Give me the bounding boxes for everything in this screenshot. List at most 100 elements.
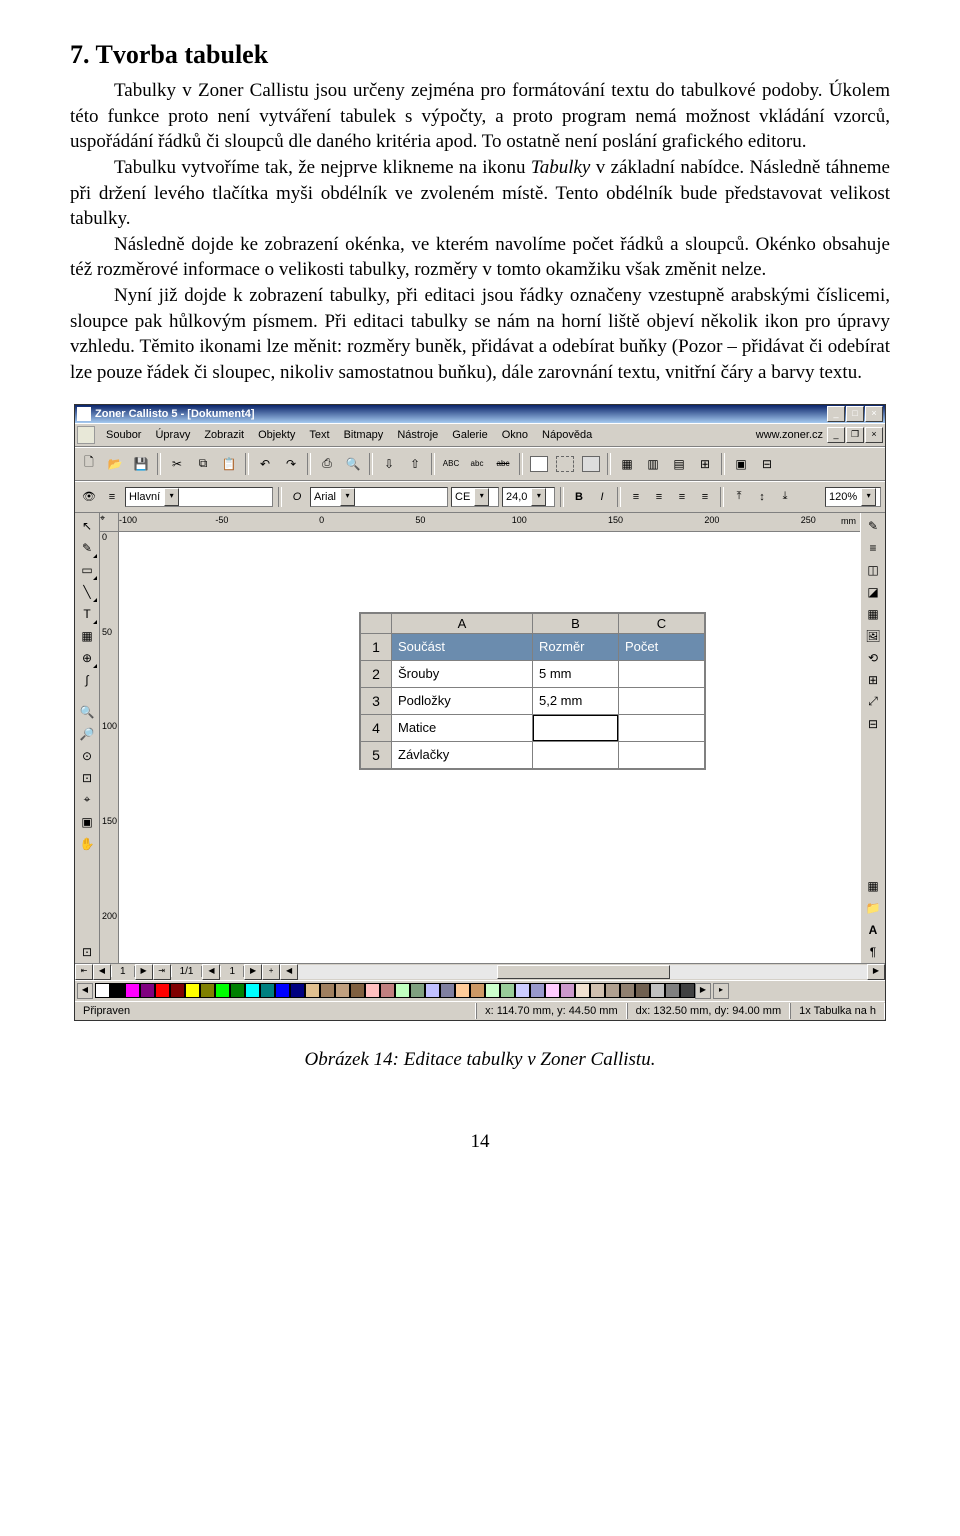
color-swatch[interactable] bbox=[155, 983, 170, 998]
table-cell[interactable]: Součást bbox=[392, 633, 533, 660]
scroll-left-icon[interactable]: ◀ bbox=[280, 964, 298, 980]
char-icon[interactable]: A bbox=[862, 919, 884, 941]
table-cell[interactable]: Matice bbox=[392, 714, 533, 741]
zoomin-icon[interactable]: 🔍 bbox=[76, 701, 98, 723]
last-page-icon[interactable]: ⇥ bbox=[153, 964, 171, 980]
color-swatch[interactable] bbox=[425, 983, 440, 998]
color-swatch[interactable] bbox=[365, 983, 380, 998]
fontsize-dropdown[interactable]: 24,0▾ bbox=[502, 487, 555, 507]
rectangle-icon[interactable]: ▭ bbox=[76, 559, 98, 581]
pointer-icon[interactable]: ↖ bbox=[76, 515, 98, 537]
canvas[interactable]: A B C 1 Součást Rozměr Počet bbox=[119, 532, 860, 963]
col-header-b[interactable]: B bbox=[533, 613, 619, 633]
add-page-icon[interactable]: + bbox=[262, 964, 280, 980]
menu-upravy[interactable]: Úpravy bbox=[148, 429, 197, 441]
ruler-origin-icon[interactable]: ⌖ bbox=[100, 513, 119, 531]
menu-soubor[interactable]: Soubor bbox=[99, 429, 148, 441]
color-swatch[interactable] bbox=[395, 983, 410, 998]
maximize-button[interactable]: □ bbox=[846, 406, 864, 422]
rect3-icon[interactable] bbox=[579, 452, 603, 476]
zoom1-icon[interactable]: ⊙ bbox=[76, 745, 98, 767]
align-objects-icon[interactable]: ⊞ bbox=[862, 669, 884, 691]
table-cell[interactable] bbox=[619, 660, 705, 687]
table-object[interactable]: A B C 1 Součást Rozměr Počet bbox=[359, 612, 706, 770]
color-swatch[interactable] bbox=[215, 983, 230, 998]
new-icon[interactable]: 🗋 bbox=[77, 452, 101, 476]
font-type-icon[interactable]: O bbox=[287, 487, 307, 507]
cut-icon[interactable]: ✂ bbox=[165, 452, 189, 476]
eye-icon[interactable]: 👁 bbox=[79, 487, 99, 507]
menu-text[interactable]: Text bbox=[302, 429, 336, 441]
zoomout-icon[interactable]: 🔎 bbox=[76, 723, 98, 745]
text-icon[interactable]: T bbox=[76, 603, 98, 625]
insert-icon[interactable]: ⊕ bbox=[76, 647, 98, 669]
redo-icon[interactable]: ↷ bbox=[279, 452, 303, 476]
color-swatch[interactable] bbox=[110, 983, 125, 998]
import-icon[interactable]: ⇩ bbox=[377, 452, 401, 476]
table-cell-editing[interactable] bbox=[533, 714, 619, 741]
hscroll-track[interactable] bbox=[298, 965, 867, 979]
tile-icon[interactable]: ⊟ bbox=[755, 452, 779, 476]
color-swatch[interactable] bbox=[125, 983, 140, 998]
page-field-b[interactable]: 1 bbox=[220, 966, 244, 977]
goto-next-icon[interactable]: ▶ bbox=[244, 964, 262, 980]
zoomfit-icon[interactable]: ⊡ bbox=[76, 767, 98, 789]
table-cell[interactable] bbox=[619, 714, 705, 741]
color-swatch[interactable] bbox=[230, 983, 245, 998]
hscroll-thumb[interactable] bbox=[497, 965, 670, 979]
transparency-icon[interactable]: ◫ bbox=[862, 559, 884, 581]
table-cell[interactable] bbox=[619, 741, 705, 768]
menu-objekty[interactable]: Objekty bbox=[251, 429, 302, 441]
menu-galerie[interactable]: Galerie bbox=[445, 429, 494, 441]
col-header-a[interactable]: A bbox=[392, 613, 533, 633]
color-swatch[interactable] bbox=[185, 983, 200, 998]
color-swatch[interactable] bbox=[650, 983, 665, 998]
abc2-icon[interactable]: abc bbox=[465, 452, 489, 476]
row-header-3[interactable]: 3 bbox=[361, 687, 392, 714]
line-style-icon[interactable]: ≡ bbox=[862, 537, 884, 559]
menu-zobrazit[interactable]: Zobrazit bbox=[197, 429, 251, 441]
minimize-button[interactable]: _ bbox=[827, 406, 845, 422]
mdi-close-button[interactable]: × bbox=[865, 427, 883, 443]
palette-prev-icon[interactable]: ◀ bbox=[77, 983, 93, 999]
transform-icon[interactable]: ⟲ bbox=[862, 647, 884, 669]
abc-icon[interactable]: ABC bbox=[439, 452, 463, 476]
table-cell[interactable]: Rozměr bbox=[533, 633, 619, 660]
color-swatch[interactable] bbox=[545, 983, 560, 998]
color-swatch[interactable] bbox=[530, 983, 545, 998]
col-header-c[interactable]: C bbox=[619, 613, 705, 633]
align3-icon[interactable]: ▤ bbox=[667, 452, 691, 476]
zoom-dropdown[interactable]: 120%▾ bbox=[825, 487, 881, 507]
zoomall-icon[interactable]: ▣ bbox=[76, 811, 98, 833]
table-icon[interactable]: ▦ bbox=[76, 625, 98, 647]
fill-pen-icon[interactable]: ✎ bbox=[862, 515, 884, 537]
color-swatch[interactable] bbox=[635, 983, 650, 998]
color-swatch[interactable] bbox=[335, 983, 350, 998]
align-justify-icon[interactable]: ≡ bbox=[695, 487, 715, 507]
valign-mid-icon[interactable]: ↕ bbox=[752, 487, 772, 507]
align1-icon[interactable]: ▦ bbox=[615, 452, 639, 476]
align-left-icon[interactable]: ≡ bbox=[626, 487, 646, 507]
open-icon[interactable]: 📂 bbox=[103, 452, 127, 476]
zoomsel-icon[interactable]: ⌖ bbox=[76, 789, 98, 811]
abc3-icon[interactable]: abc bbox=[491, 452, 515, 476]
menu-nastroje[interactable]: Nástroje bbox=[390, 429, 445, 441]
color-swatch[interactable] bbox=[170, 983, 185, 998]
distribute-icon[interactable]: ⊟ bbox=[862, 713, 884, 735]
rect2-icon[interactable] bbox=[553, 452, 577, 476]
rect1-icon[interactable] bbox=[527, 452, 551, 476]
color-swatch[interactable] bbox=[320, 983, 335, 998]
bold-button[interactable]: B bbox=[569, 487, 589, 507]
para-icon[interactable]: ¶ bbox=[862, 941, 884, 963]
align2-icon[interactable]: ▥ bbox=[641, 452, 665, 476]
color-swatch[interactable] bbox=[200, 983, 215, 998]
font-dropdown[interactable]: Arial▾ bbox=[310, 487, 448, 507]
page-field-a[interactable]: 1 bbox=[111, 966, 135, 977]
color-swatch[interactable] bbox=[455, 983, 470, 998]
color-swatch[interactable] bbox=[485, 983, 500, 998]
layer-dropdown[interactable]: Hlavní▾ bbox=[125, 487, 273, 507]
encoding-dropdown[interactable]: CE▾ bbox=[451, 487, 499, 507]
shape-edit-icon[interactable]: ✎ bbox=[76, 537, 98, 559]
first-page-icon[interactable]: ⇤ bbox=[75, 964, 93, 980]
row-header-1[interactable]: 1 bbox=[361, 633, 392, 660]
